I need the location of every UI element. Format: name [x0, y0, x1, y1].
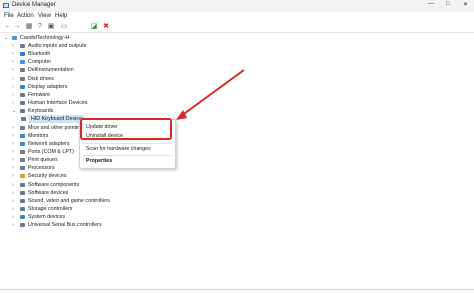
- monitor-icon[interactable]: ▭: [60, 23, 68, 31]
- close-button[interactable]: ✕: [463, 1, 468, 8]
- highlight-box: [80, 118, 172, 140]
- chevron-right-icon[interactable]: ›: [12, 58, 14, 66]
- tree-item-label: Computer: [28, 59, 52, 66]
- tree-root[interactable]: ⌄ CandidTechnology-H: [4, 34, 204, 42]
- tree-item-label: Mice and other pointing: [28, 124, 84, 131]
- chevron-right-icon[interactable]: ›: [12, 172, 14, 180]
- chevron-right-icon[interactable]: ›: [12, 213, 14, 221]
- update-driver-icon[interactable]: ◪: [90, 23, 98, 31]
- maximize-button[interactable]: □: [446, 1, 450, 7]
- menu-help[interactable]: Help: [55, 13, 67, 19]
- chevron-right-icon[interactable]: ›: [12, 83, 14, 91]
- tree-item-label: Security devices: [28, 173, 67, 180]
- device-manager-icon: [3, 3, 9, 8]
- properties-icon[interactable]: ▦: [25, 23, 33, 31]
- properties-menu-item[interactable]: Properties: [86, 158, 112, 164]
- chevron-right-icon[interactable]: ›: [12, 181, 14, 189]
- menu-bar: File Action View Help: [0, 12, 474, 22]
- bluetooth-icon: [20, 52, 25, 57]
- chevron-right-icon[interactable]: ›: [12, 197, 14, 205]
- tree-item-label: Network adapters: [28, 140, 70, 147]
- tree-item-label: Audio inputs and outputs: [28, 43, 87, 49]
- component-icon: [20, 182, 25, 187]
- menu-separator: [83, 143, 171, 144]
- printer-icon: [20, 158, 25, 163]
- scan-hardware-menu-item[interactable]: Scan for hardware changes: [86, 146, 151, 152]
- tree-item-label: Print queues: [28, 157, 58, 164]
- storage-icon: [20, 207, 25, 211]
- tree-root-label: CandidTechnology-H: [20, 35, 70, 41]
- chevron-right-icon[interactable]: ›: [12, 189, 14, 197]
- chevron-right-icon[interactable]: ›: [12, 205, 14, 213]
- tree-item-label: Processors: [28, 165, 55, 172]
- chevron-right-icon[interactable]: ›: [12, 50, 14, 58]
- security-icon: [20, 174, 25, 179]
- computer-icon: [12, 36, 17, 40]
- minimize-button[interactable]: —: [428, 1, 434, 7]
- component-icon: [20, 190, 25, 195]
- menu-view[interactable]: View: [38, 13, 51, 19]
- chevron-right-icon[interactable]: ›: [12, 132, 14, 140]
- chevron-right-icon[interactable]: ›: [12, 42, 14, 50]
- tree-item-label: Ports (COM & LPT): [28, 148, 74, 155]
- toolbar: ← → ▦ ? ▣ ▭ ◪ ✖: [0, 22, 474, 33]
- tree-item-label: Storage controllers: [28, 206, 73, 212]
- tree-item-label: Disk drives: [28, 75, 54, 82]
- tree-item-label: Monitors: [28, 132, 49, 139]
- computer-icon: [20, 60, 25, 65]
- tree-item-label: Software devices: [28, 189, 69, 196]
- chevron-right-icon[interactable]: ›: [12, 66, 14, 74]
- menu-file[interactable]: File: [4, 13, 14, 19]
- chevron-right-icon[interactable]: ›: [12, 75, 14, 83]
- display-icon: [20, 84, 25, 89]
- tree-item-label: Universal Serial Bus controllers: [28, 222, 102, 229]
- tree-item-label: DellInstrumentation: [28, 67, 74, 74]
- speaker-icon: [20, 44, 25, 48]
- chevron-right-icon[interactable]: ›: [12, 156, 14, 164]
- mouse-icon: [20, 125, 25, 130]
- tree-item-label: Display adapters: [28, 83, 68, 90]
- menu-action[interactable]: Action: [17, 13, 34, 19]
- tree-item-label: Firmware: [28, 91, 51, 98]
- tree-item-label: Sound, video and game controllers: [28, 197, 110, 204]
- usb-icon: [20, 223, 25, 228]
- tree-item-label: Keyboards: [28, 108, 54, 115]
- processor-icon: [20, 166, 25, 171]
- back-arrow-icon[interactable]: ←: [4, 23, 12, 31]
- tree-item-label: System devices: [28, 214, 66, 221]
- forward-arrow-icon[interactable]: →: [13, 23, 21, 31]
- chevron-right-icon[interactable]: ›: [12, 91, 14, 99]
- network-icon: [20, 141, 25, 146]
- hid-icon: [20, 101, 25, 106]
- keyboard-icon: [21, 117, 26, 122]
- system-icon: [20, 215, 25, 220]
- keyboard-icon: [20, 109, 25, 114]
- bottom-border: [0, 289, 474, 290]
- tree-item-label: Bluetooth: [28, 51, 51, 58]
- chevron-right-icon[interactable]: ›: [12, 148, 14, 156]
- speaker-icon: [20, 198, 25, 203]
- chevron-right-icon[interactable]: ›: [12, 164, 14, 172]
- chevron-down-icon[interactable]: ⌄: [12, 107, 16, 115]
- tree-item-label: Human Interface Devices: [28, 100, 88, 107]
- monitor-icon: [20, 133, 25, 138]
- scan-icon[interactable]: ▣: [47, 23, 55, 31]
- chip-icon: [20, 92, 25, 97]
- chevron-right-icon[interactable]: ›: [12, 99, 14, 107]
- chevron-down-icon[interactable]: ⌄: [4, 34, 8, 42]
- help-icon[interactable]: ?: [36, 23, 44, 31]
- device-icon: [20, 68, 25, 73]
- tree-item-label: HID Keyboard Device: [29, 115, 84, 124]
- menu-separator: [83, 155, 171, 156]
- chevron-right-icon[interactable]: ›: [12, 140, 14, 148]
- window-title: Device Manager: [12, 2, 56, 8]
- port-icon: [20, 149, 25, 154]
- chevron-right-icon[interactable]: ›: [12, 221, 14, 229]
- uninstall-icon[interactable]: ✖: [102, 23, 110, 31]
- title-bar: Device Manager — □ ✕: [0, 0, 474, 12]
- tree-item-label: Software components: [28, 181, 80, 188]
- disk-icon: [20, 76, 25, 81]
- chevron-right-icon[interactable]: ›: [12, 124, 14, 132]
